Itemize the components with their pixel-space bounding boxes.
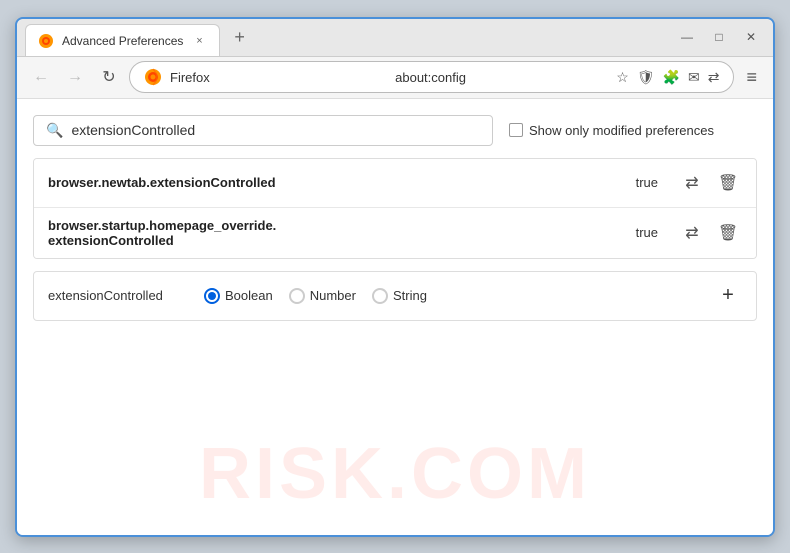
- tab-close-button[interactable]: ×: [191, 33, 207, 49]
- minimize-button[interactable]: —: [673, 25, 701, 49]
- mail-icon[interactable]: ✉: [688, 69, 700, 86]
- forward-button[interactable]: →: [61, 63, 89, 91]
- url-text: about:config: [395, 70, 608, 85]
- show-modified-text: Show only modified preferences: [529, 123, 714, 138]
- table-row: browser.startup.homepage_override.extens…: [34, 208, 756, 258]
- shield-icon[interactable]: 🛡: [637, 69, 655, 86]
- address-bar-icons: ☆ 🛡 🧩 ✉ ⇄: [616, 69, 719, 86]
- pref-name-2: browser.startup.homepage_override.extens…: [48, 218, 624, 248]
- search-input[interactable]: [71, 122, 480, 138]
- close-button[interactable]: ✕: [737, 25, 765, 49]
- pref-name-1: browser.newtab.extensionControlled: [48, 175, 624, 190]
- table-row: browser.newtab.extensionControlled true …: [34, 159, 756, 208]
- type-radio-group: Boolean Number String: [204, 288, 698, 304]
- window-controls: — □ ✕: [673, 25, 765, 49]
- tab-title: Advanced Preferences: [62, 34, 183, 48]
- bookmark-icon[interactable]: ☆: [616, 69, 629, 86]
- add-preference-row: extensionControlled Boolean Number Strin…: [33, 271, 757, 321]
- maximize-button[interactable]: □: [705, 25, 733, 49]
- browser-name: Firefox: [170, 70, 383, 85]
- delete-button-1[interactable]: 🗑: [714, 169, 742, 197]
- reset-icon-2: ⇄: [685, 223, 698, 243]
- watermark: RISK.COM: [17, 433, 773, 515]
- new-pref-name: extensionControlled: [48, 288, 188, 303]
- reset-icon-1: ⇄: [685, 173, 698, 193]
- row-1-actions: ⇄ 🗑: [678, 169, 742, 197]
- number-label: Number: [310, 288, 356, 303]
- delete-icon-1: 🗑: [718, 173, 738, 193]
- number-radio[interactable]: [289, 288, 305, 304]
- reload-button[interactable]: ↻: [95, 63, 123, 91]
- boolean-label: Boolean: [225, 288, 273, 303]
- address-bar[interactable]: Firefox about:config ☆ 🛡 🧩 ✉ ⇄: [129, 61, 734, 93]
- new-tab-button[interactable]: +: [226, 23, 253, 52]
- results-table: browser.newtab.extensionControlled true …: [33, 158, 757, 259]
- string-option[interactable]: String: [372, 288, 427, 304]
- string-label: String: [393, 288, 427, 303]
- pref-value-2: true: [636, 225, 658, 240]
- show-modified-label[interactable]: Show only modified preferences: [509, 123, 714, 138]
- show-modified-checkbox[interactable]: [509, 123, 523, 137]
- string-radio[interactable]: [372, 288, 388, 304]
- add-preference-button[interactable]: +: [714, 282, 742, 310]
- reset-button-2[interactable]: ⇄: [678, 219, 706, 247]
- menu-button[interactable]: ≡: [740, 63, 763, 92]
- boolean-option[interactable]: Boolean: [204, 288, 273, 304]
- delete-icon-2: 🗑: [718, 223, 738, 243]
- firefox-favicon: [38, 33, 54, 49]
- title-bar: Advanced Preferences × + — □ ✕: [17, 19, 773, 57]
- active-tab[interactable]: Advanced Preferences ×: [25, 24, 220, 56]
- firefox-logo-icon: [144, 68, 162, 86]
- number-option[interactable]: Number: [289, 288, 356, 304]
- extension-icon[interactable]: 🧩: [663, 69, 680, 86]
- delete-button-2[interactable]: 🗑: [714, 219, 742, 247]
- boolean-radio[interactable]: [204, 288, 220, 304]
- pref-value-1: true: [636, 175, 658, 190]
- row-2-actions: ⇄ 🗑: [678, 219, 742, 247]
- sync-icon[interactable]: ⇄: [708, 69, 720, 86]
- content-area: RISK.COM 🔍 Show only modified preference…: [17, 99, 773, 535]
- nav-bar: ← → ↻ Firefox about:config ☆ 🛡 🧩 ✉ ⇄ ≡: [17, 57, 773, 99]
- browser-window: Advanced Preferences × + — □ ✕ ← → ↻ Fir…: [15, 17, 775, 537]
- reset-button-1[interactable]: ⇄: [678, 169, 706, 197]
- back-button[interactable]: ←: [27, 63, 55, 91]
- search-box[interactable]: 🔍: [33, 115, 493, 146]
- search-row: 🔍 Show only modified preferences: [33, 115, 757, 146]
- search-icon: 🔍: [46, 122, 63, 139]
